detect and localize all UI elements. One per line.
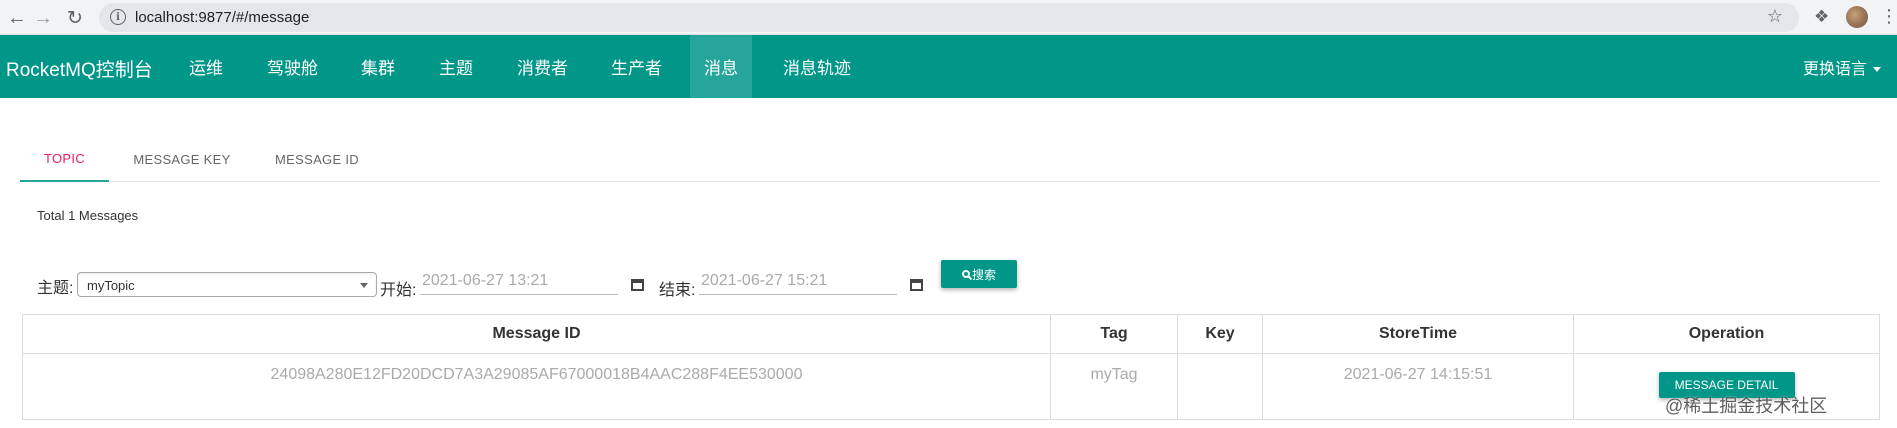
start-label: 开始: bbox=[380, 282, 417, 299]
back-icon[interactable]: ← bbox=[4, 5, 30, 31]
nav-item-message[interactable]: 消息 bbox=[690, 35, 752, 98]
watermark: @稀土掘金技术社区 bbox=[1665, 396, 1828, 416]
site-info-icon[interactable]: i bbox=[110, 9, 126, 25]
start-time-input[interactable] bbox=[420, 268, 618, 295]
topic-label: 主题: bbox=[37, 280, 74, 297]
search-mode-tabs: TOPIC MESSAGE KEY MESSAGE ID bbox=[20, 136, 1880, 182]
nav-item-dashboard[interactable]: 驾驶舱 bbox=[253, 35, 332, 98]
nav-item-message-trace[interactable]: 消息轨迹 bbox=[769, 35, 865, 98]
reload-icon[interactable]: ↻ bbox=[62, 5, 88, 31]
col-header-key: Key bbox=[1177, 314, 1263, 354]
app-navbar: RocketMQ控制台 运维 驾驶舱 集群 主题 消费者 生产者 消息 消息轨迹… bbox=[0, 35, 1897, 98]
col-header-operation: Operation bbox=[1573, 314, 1880, 354]
brand-title[interactable]: RocketMQ控制台 bbox=[6, 55, 153, 82]
nav-item-consumer[interactable]: 消费者 bbox=[503, 35, 582, 98]
nav-item-topic[interactable]: 主题 bbox=[425, 35, 487, 98]
address-bar[interactable]: i localhost:9877/#/message ☆ bbox=[99, 3, 1799, 32]
nav-item-producer[interactable]: 生产者 bbox=[597, 35, 676, 98]
language-dropdown[interactable]: 更换语言 bbox=[1803, 55, 1881, 79]
col-header-storetime: StoreTime bbox=[1262, 314, 1574, 354]
table-header-row: Message ID Tag Key StoreTime Operation bbox=[22, 314, 1880, 354]
calendar-icon[interactable] bbox=[631, 279, 644, 291]
caret-down-icon bbox=[1873, 67, 1881, 73]
nav-item-ops[interactable]: 运维 bbox=[175, 35, 237, 98]
extensions-puzzle-icon[interactable]: ❖ bbox=[1814, 7, 1829, 27]
topic-select[interactable]: myTopic bbox=[77, 272, 377, 297]
search-icon bbox=[961, 270, 970, 278]
cell-message-id: 24098A280E12FD20DCD7A3A29085AF67000018B4… bbox=[22, 353, 1051, 420]
cell-key bbox=[1177, 353, 1263, 420]
messages-table: Message ID Tag Key StoreTime Operation 2… bbox=[22, 314, 1880, 420]
col-header-tag: Tag bbox=[1050, 314, 1178, 354]
total-messages: Total 1 Messages bbox=[37, 208, 139, 223]
nav-item-cluster[interactable]: 集群 bbox=[347, 35, 409, 98]
search-button[interactable]: 搜索 bbox=[941, 260, 1017, 288]
calendar-icon[interactable] bbox=[910, 279, 923, 291]
tab-topic[interactable]: TOPIC bbox=[20, 136, 109, 182]
end-time-input[interactable] bbox=[699, 268, 897, 295]
end-label: 结束: bbox=[659, 282, 696, 299]
cell-storetime: 2021-06-27 14:15:51 bbox=[1262, 353, 1574, 420]
bookmark-star-icon[interactable]: ☆ bbox=[1767, 6, 1783, 27]
search-button-label: 搜索 bbox=[971, 267, 996, 282]
col-header-message-id: Message ID bbox=[22, 314, 1051, 354]
browser-toolbar: ← → ↻ i localhost:9877/#/message ☆ ❖ ⋮ bbox=[0, 0, 1897, 35]
tab-message-id[interactable]: MESSAGE ID bbox=[252, 136, 382, 182]
browser-menu-icon[interactable]: ⋮ bbox=[1880, 6, 1897, 27]
cell-tag: myTag bbox=[1050, 353, 1178, 420]
language-label: 更换语言 bbox=[1802, 61, 1867, 78]
forward-icon[interactable]: → bbox=[30, 5, 56, 31]
table-row: 24098A280E12FD20DCD7A3A29085AF67000018B4… bbox=[22, 353, 1880, 420]
tab-message-key[interactable]: MESSAGE KEY bbox=[112, 136, 252, 182]
topic-select-value: myTopic bbox=[87, 278, 135, 293]
profile-avatar[interactable] bbox=[1846, 6, 1868, 28]
url-text: localhost:9877/#/message bbox=[135, 9, 310, 26]
chevron-down-icon bbox=[360, 283, 368, 288]
